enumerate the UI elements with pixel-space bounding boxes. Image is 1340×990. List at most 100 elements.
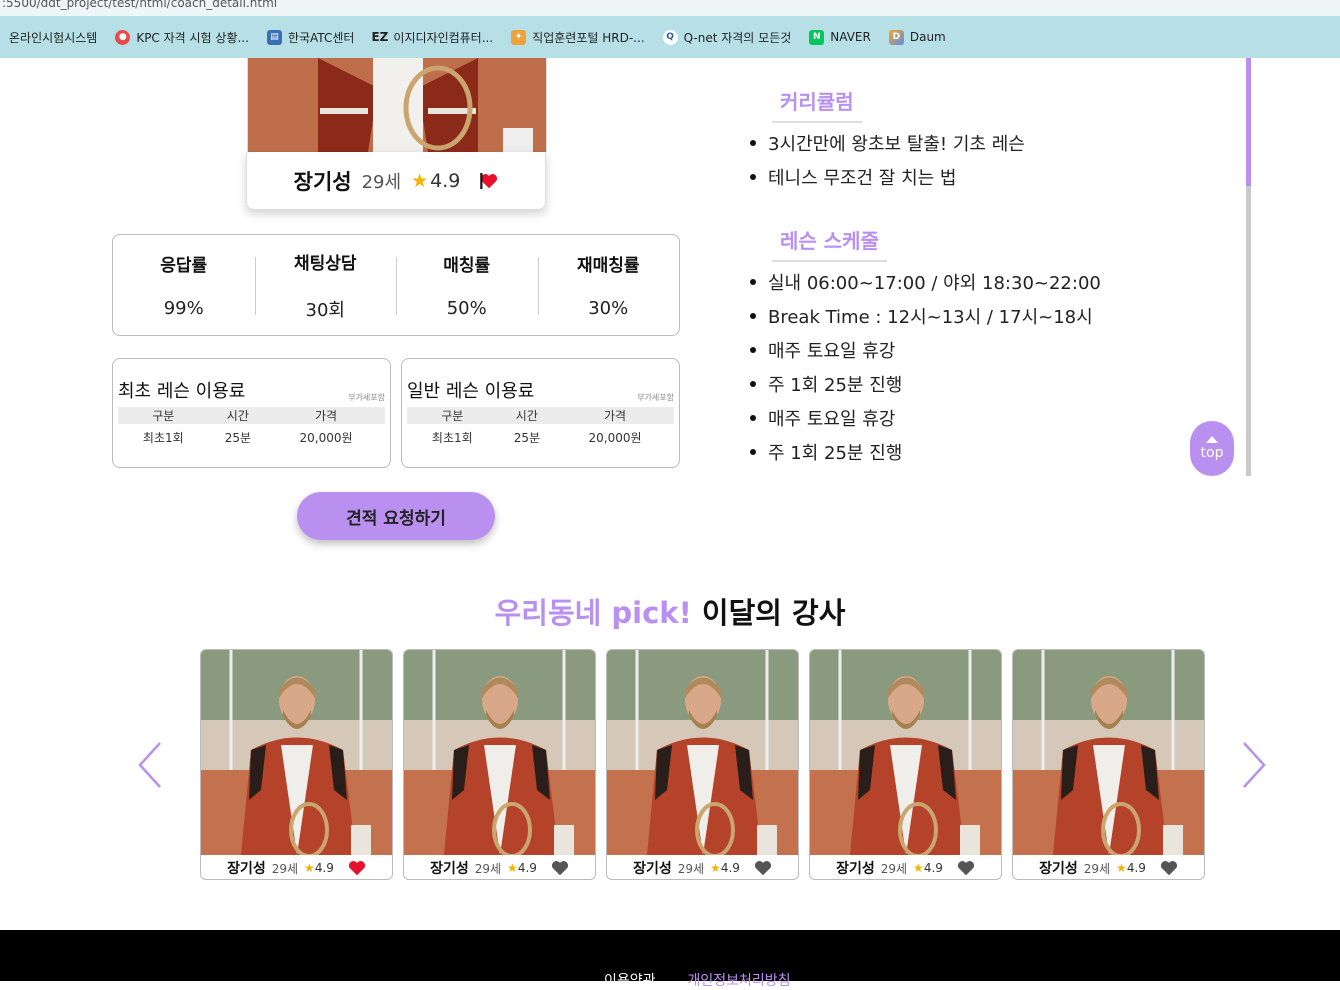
regular-lesson-fee: 일반 레슨 이용료 부가세포함 구분 시간 가격 최초1회 25분 20,000… [401,358,680,468]
heart-icon[interactable] [480,172,498,189]
stat-label: 매칭률 [443,256,491,276]
heart-icon[interactable] [957,860,975,876]
carousel-next-icon[interactable] [1238,740,1268,790]
coach-card-info: 장기성 29세 ★4.9 [1013,855,1204,879]
bookmark-label: NAVER [830,30,871,44]
fee-cell: 20,000원 [299,430,353,445]
bookmark-label: 직업훈련포털 HRD-... [532,30,645,45]
heart-icon[interactable] [754,860,772,876]
fee-title: 일반 레슨 이용료 [407,381,535,402]
fee-header: 구분 [407,407,498,424]
bookmarks-bar: 온라인시험시스템 ● KPC 자격 시험 상황... ▤ 한국ATC센터 EZ 이지디… [0,16,1340,58]
footer-links: 이용약관 개인정보처리방침 [604,970,791,990]
qnet-icon: Q [662,29,678,45]
star-icon: ★ [507,861,518,875]
fee-header: 시간 [208,407,268,424]
url-bar[interactable]: :5500/ddt_project/test/html/coach_detail… [0,0,1340,16]
stat-value: 50% [446,298,487,319]
fee-vat-note: 부가세포함 [637,393,674,402]
terms-link[interactable]: 이용약관 [604,970,656,990]
naver-icon: N [809,29,825,45]
fee-table: 구분 시간 가격 최초1회 25분 20,000원 [407,407,674,450]
star-icon: ★ [411,169,429,192]
coach-card[interactable]: 장기성 29세 ★4.9 [809,649,1002,880]
fee-title: 최초 레슨 이용료 [118,381,246,402]
coach-card-photo [1013,650,1204,855]
coach-card-name: 장기성 [836,861,875,877]
top-label: top [1200,445,1224,461]
stat-value: 99% [163,298,204,319]
coach-card-rating-value: 4.9 [517,861,537,875]
coach-name-card: 장기성 29세 ★ 4.9 [246,152,546,210]
bookmark-label: 온라인시험시스템 [9,30,98,45]
star-icon: ★ [304,861,315,875]
list-item: 주 1회 25분 진행 [750,367,1101,401]
stat-label: 응답률 [160,256,208,276]
coach-photo [247,58,547,152]
fee-vat-note: 부가세포함 [348,393,385,402]
pick-section-title: 우리동네 pick! 이달의 강사 [0,590,1340,632]
bookmark-label: 이지디자인컴퓨터... [393,30,494,45]
footer: 이용약관 개인정보처리방침 [0,930,1340,989]
heart-icon[interactable] [551,860,569,876]
coach-age: 29세 [361,171,402,193]
coach-card[interactable]: 장기성 29세 ★4.9 [200,649,393,880]
stat-label: 채팅상담 [293,253,357,274]
bookmark-item[interactable]: D Daum [880,29,955,45]
list-item: 실내 06:00~17:00 / 야외 18:30~22:00 [750,265,1101,299]
table-row: 최초1회 25분 20,000원 [407,424,674,450]
coach-card[interactable]: 장기성 29세 ★4.9 [1012,649,1205,880]
coach-card-age: 29세 [271,861,299,876]
coach-name: 장기성 [293,169,352,194]
schedule-title: 레슨 스케줄 [772,225,887,262]
ez-icon: EZ [371,30,389,44]
coach-card-age: 29세 [1083,861,1111,876]
star-icon: ★ [710,861,721,875]
fee-cell: 25분 [513,430,540,445]
bookmark-label: Daum [909,30,946,44]
bookmark-item[interactable]: Q Q-net 자격의 모든것 [654,29,801,46]
coach-card-photo [607,650,798,855]
coach-card[interactable]: 장기성 29세 ★4.9 [606,649,799,880]
coach-card-info: 장기성 29세 ★4.9 [201,855,392,879]
list-item: 주 1회 25분 진행 [750,435,1101,469]
bookmark-item[interactable]: ▤ 한국ATC센터 [258,29,363,46]
fee-cell: 25분 [224,430,251,445]
coach-card-name: 장기성 [227,861,266,877]
stat-chat-consult: 채팅상담 30회 [254,235,397,335]
stat-value: 30% [588,298,629,319]
coach-card-info: 장기성 29세 ★4.9 [810,855,1001,879]
fee-header: 가격 [267,407,385,424]
coach-rating-value: 4.9 [430,169,461,192]
carousel-prev-icon[interactable] [136,740,166,790]
fee-header: 가격 [556,407,674,424]
stat-matching-rate: 매칭률 50% [396,235,538,335]
bookmark-item[interactable]: EZ 이지디자인컴퓨터... [363,29,502,46]
bookmark-item[interactable]: N NAVER [800,29,880,45]
bookmark-item[interactable]: ✦ 직업훈련포털 HRD-... [502,29,653,46]
bookmark-label: 한국ATC센터 [287,30,355,45]
heart-icon[interactable] [348,860,366,876]
scroll-top-button[interactable]: top [1190,421,1234,476]
coach-card-name: 장기성 [633,861,672,877]
coach-photo-image [248,58,546,152]
heart-icon[interactable] [1160,860,1178,876]
daum-icon: D [888,29,904,45]
coach-card-name: 장기성 [1039,861,1078,877]
coach-card-rating-value: 4.9 [314,861,334,875]
coach-card-age: 29세 [677,861,705,876]
star-icon: ★ [913,861,924,875]
coach-card-info: 장기성 29세 ★4.9 [404,855,595,879]
quote-request-button[interactable]: 견적 요청하기 [297,492,495,540]
scrollbar-thumb[interactable] [1246,58,1251,186]
coach-card-rating: ★4.9 [710,861,740,875]
coach-card-photo [201,650,392,855]
coach-card-info: 장기성 29세 ★4.9 [607,855,798,879]
fee-cell: 최초1회 [142,430,184,445]
coach-card[interactable]: 장기성 29세 ★4.9 [403,649,596,880]
bookmark-item[interactable]: 온라인시험시스템 [0,29,106,46]
bookmark-item[interactable]: ● KPC 자격 시험 상황... [106,29,258,46]
privacy-link[interactable]: 개인정보처리방침 [688,970,791,990]
coach-card-rating: ★4.9 [913,861,943,875]
coach-card-rating-value: 4.9 [720,861,740,875]
